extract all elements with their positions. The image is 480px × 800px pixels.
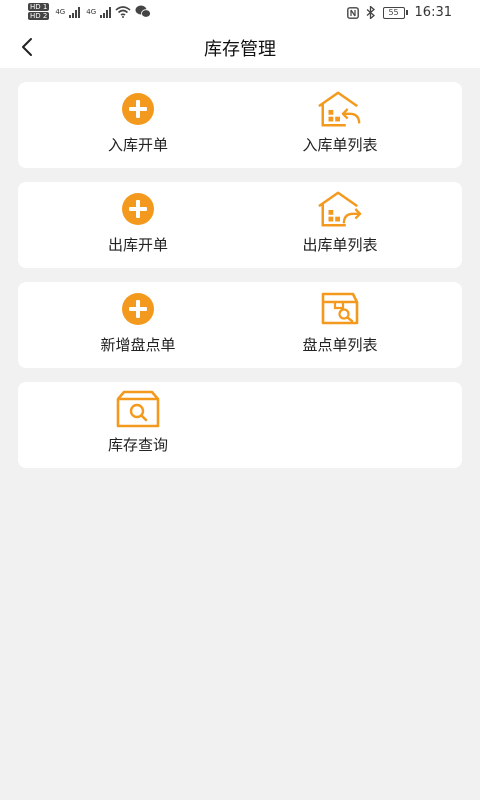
outbound-list-button[interactable]: 出库单列表 bbox=[250, 190, 430, 262]
inbound-list-label: 入库单列表 bbox=[302, 136, 378, 154]
stocktake-list-label: 盘点单列表 bbox=[302, 336, 378, 354]
outbound-list-label: 出库单列表 bbox=[302, 236, 378, 254]
inventory-query-button[interactable]: 库存查询 bbox=[48, 390, 228, 462]
network-type-1: 4G bbox=[55, 7, 66, 16]
stocktake-list-button[interactable]: 盘点单列表 bbox=[250, 290, 430, 362]
inventory-card: 库存查询 bbox=[18, 382, 462, 468]
network-type-2: 4G bbox=[86, 7, 97, 16]
plus-circle-icon bbox=[115, 90, 161, 128]
stocktake-create-label: 新增盘点单 bbox=[100, 336, 176, 354]
inventory-query-label: 库存查询 bbox=[107, 436, 168, 454]
nav-bar: 库存管理 bbox=[0, 26, 480, 68]
inbound-create-label: 入库开单 bbox=[107, 136, 168, 154]
nfc-icon bbox=[346, 6, 359, 19]
signal-icon-2 bbox=[100, 6, 112, 18]
warehouse-forward-icon bbox=[317, 190, 363, 228]
stocktake-create-button[interactable]: 新增盘点单 bbox=[48, 290, 228, 362]
status-bar: HD 1 HD 2 4G 4G 55 16:31 bbox=[0, 0, 480, 26]
wifi-icon bbox=[115, 5, 131, 18]
hd2-badge: HD 2 bbox=[28, 12, 50, 20]
signal-icon bbox=[69, 6, 81, 18]
inbound-card: 入库开单 入库单列表 bbox=[18, 82, 462, 168]
wechat-icon bbox=[135, 5, 152, 18]
plus-circle-icon bbox=[115, 290, 161, 328]
status-right: 55 16:31 bbox=[346, 5, 452, 20]
box-search-icon bbox=[317, 290, 363, 328]
status-time: 16:31 bbox=[414, 5, 452, 20]
outbound-create-button[interactable]: 出库开单 bbox=[48, 190, 228, 262]
inbound-create-button[interactable]: 入库开单 bbox=[48, 90, 228, 162]
stocktake-card: 新增盘点单 盘点单列表 bbox=[18, 282, 462, 368]
battery-icon: 55 bbox=[382, 6, 408, 19]
inbound-list-button[interactable]: 入库单列表 bbox=[250, 90, 430, 162]
outbound-card: 出库开单 出库单列表 bbox=[18, 182, 462, 268]
status-left: HD 1 HD 2 4G 4G bbox=[28, 3, 152, 20]
hd-badges: HD 1 HD 2 bbox=[28, 3, 50, 20]
package-search-icon bbox=[115, 390, 161, 428]
page-title: 库存管理 bbox=[204, 39, 276, 60]
warehouse-return-icon bbox=[317, 90, 363, 128]
battery-level: 55 bbox=[382, 6, 405, 19]
plus-circle-icon bbox=[115, 190, 161, 228]
bluetooth-icon bbox=[366, 6, 375, 19]
hd1-badge: HD 1 bbox=[28, 3, 50, 11]
outbound-create-label: 出库开单 bbox=[107, 236, 168, 254]
